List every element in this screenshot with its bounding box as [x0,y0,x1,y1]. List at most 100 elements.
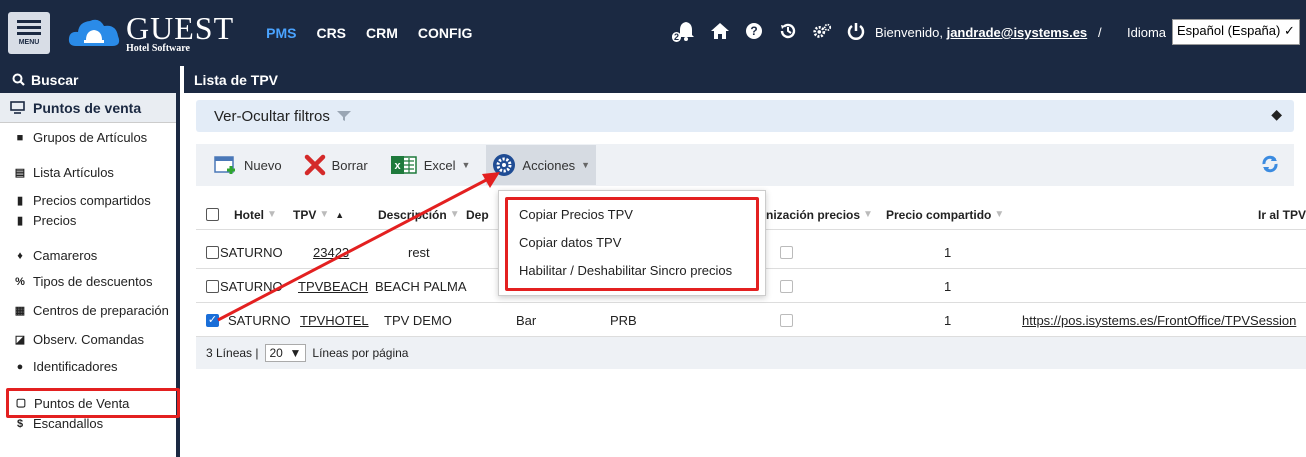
nav-crm[interactable]: CRM [366,25,398,41]
sidebar-search[interactable]: Buscar [0,66,176,93]
filter-funnel-icon: ▼ [863,209,873,220]
col-dep[interactable]: Dep [466,200,489,229]
dollar-icon: $ [16,418,24,430]
pager: 3 Líneas | 20 ▼ Líneas por página [196,337,1306,369]
logo-title: GUEST [126,10,235,46]
sidebar-item-lista-articulos[interactable]: ▤ Lista Artículos [0,164,176,192]
welcome-label: Bienvenido, [875,25,943,40]
filter-funnel-icon: ▼ [319,209,330,220]
separator: / [1098,25,1102,40]
help-icon[interactable]: ? [744,20,764,42]
header-icons: 2 ? [672,20,866,42]
app-root: MENU GUEST Hotel Software PMS CRS CRM CO… [0,0,1306,457]
welcome-text: Bienvenido, jandrade@isystems.es / [875,25,1102,40]
refresh-icon[interactable] [1260,154,1280,174]
cell-precio-compartido: 1 [944,278,952,294]
delete-label: Borrar [331,157,368,173]
page-size-select[interactable]: 20 ▼ [264,344,307,362]
building-icon: ▦ [14,305,26,317]
col-precio-compartido[interactable]: Precio compartido ▼ [886,200,1004,229]
sidebar-item-label: Precios compartidos [33,193,151,208]
menu-item-copiar-precios[interactable]: Copiar Precios TPV [519,207,633,222]
row-checkbox[interactable] [206,270,219,302]
excel-button[interactable]: x Excel ▼ [384,145,477,185]
menu-item-copiar-datos[interactable]: Copiar datos TPV [519,235,621,250]
col-hotel[interactable]: Hotel ▼ [234,200,277,229]
sidebar-item-escandallos[interactable]: $ Escandallos [0,415,176,443]
row-checkbox[interactable] [206,236,219,268]
sidebar-item-precios[interactable]: ▮ Precios [0,212,176,247]
nav-pms[interactable]: PMS [266,25,296,41]
cell-code: PRB [610,312,637,328]
cell-dep: Bar [516,312,537,328]
sidebar-item-camareros[interactable]: ♦ Camareros [0,247,176,273]
notifications-count: 2 [672,32,682,42]
toolbar: Nuevo Borrar x Excel ▼ Acciones ▼ [196,144,1294,186]
folder-icon: ■ [16,132,24,144]
cell-url-link[interactable]: https://pos.isystems.es/FrontOffice/TPVS… [1022,304,1296,336]
cell-tpv-link[interactable]: 23423 [313,236,349,268]
filter-toggle-bar[interactable]: Ver-Ocultar filtros ◆ [196,100,1294,132]
person-icon: ♦ [17,250,23,262]
history-icon[interactable] [778,20,798,42]
file-icon: ▮ [16,195,24,207]
sidebar-item-label: Puntos de Venta [34,395,130,411]
filter-funnel-icon: ▼ [994,209,1005,220]
sidebar-search-label: Buscar [31,71,79,88]
sidebar-item-precios-compartidos[interactable]: ▮ Precios compartidos [0,192,176,212]
menu-item-habilitar-sincro[interactable]: Habilitar / Deshabilitar Sincro precios [519,263,732,278]
sort-asc-icon: ▲ [335,209,345,220]
col-sincronizacion-precios[interactable]: nización precios ▼ [766,200,873,229]
excel-label: Excel [423,157,456,173]
sidebar-item-label: Identificadores [33,359,118,374]
home-icon[interactable] [710,20,730,42]
top-bar: MENU GUEST Hotel Software PMS CRS CRM CO… [0,0,1306,66]
user-circle-icon: ● [16,361,24,373]
select-all-checkbox[interactable] [206,200,219,229]
settings-gears-icon[interactable] [812,20,832,42]
actions-label: Acciones [522,157,576,173]
new-button[interactable]: Nuevo [208,145,288,185]
table-row[interactable]: ✓ SATURNO TPVHOTEL TPV DEMO Bar PRB 1 ht… [196,304,1306,337]
actions-button[interactable]: Acciones ▼ [486,145,597,185]
sidebar-item-centros-preparacion[interactable]: ▦ Centros de preparación [0,302,176,331]
cell-tpv-link[interactable]: TPVHOTEL [300,304,369,336]
sincro-checkbox[interactable] [780,270,793,302]
delete-button[interactable]: Borrar [298,145,374,185]
sidebar-section-puntos-de-venta[interactable]: Puntos de venta [0,93,176,123]
row-checkbox[interactable]: ✓ [206,304,219,336]
eraser-icon[interactable]: ◆ [1271,106,1282,123]
language-select[interactable]: Español (España) ✓ [1172,19,1300,45]
filter-funnel-icon: ▼ [267,209,277,220]
col-tpv[interactable]: TPV ▼ ▲ [293,200,344,229]
user-link[interactable]: jandrade@isystems.es [947,25,1088,40]
sidebar-item-puntos-de-venta[interactable]: ▢ Puntos de Venta [6,388,180,418]
sidebar-item-label: Centros de preparación [33,303,169,318]
cell-precio-compartido: 1 [944,312,952,328]
sidebar-item-identificadores[interactable]: ● Identificadores [0,358,176,385]
edit-icon: ◪ [14,334,26,346]
col-descripcion[interactable]: Descripción ▼ [378,200,460,229]
nav-config[interactable]: CONFIG [418,25,472,41]
nav-crs[interactable]: CRS [316,25,346,41]
sidebar-item-observ-comandas[interactable]: ◪ Observ. Comandas [0,331,176,358]
menu-button[interactable]: MENU [8,12,50,54]
notifications-bell-icon[interactable]: 2 [672,20,696,42]
sincro-checkbox[interactable] [780,236,793,268]
cell-descripcion: BEACH PALMA [375,278,467,294]
power-icon[interactable] [846,20,866,42]
sidebar-item-label: Precios [33,213,77,228]
sincro-checkbox[interactable] [780,304,793,336]
cell-tpv-link[interactable]: TPVBEACH [298,270,368,302]
col-ir-al-tpv[interactable]: Ir al TPV [1258,200,1306,229]
logo[interactable]: GUEST Hotel Software [66,12,234,54]
sidebar: Buscar Puntos de venta ■ Grupos de Artíc… [0,66,180,457]
cell-descripcion: TPV DEMO [384,312,452,328]
page-title: Lista de TPV [184,66,1306,93]
sidebar-item-tipos-descuentos[interactable]: % Tipos de descuentos [0,273,176,302]
svg-text:?: ? [750,24,757,38]
cell-hotel: SATURNO [228,312,291,328]
svg-text:x: x [394,160,401,172]
sidebar-item-grupos-articulos[interactable]: ■ Grupos de Artículos [0,129,176,164]
search-icon [12,73,25,86]
